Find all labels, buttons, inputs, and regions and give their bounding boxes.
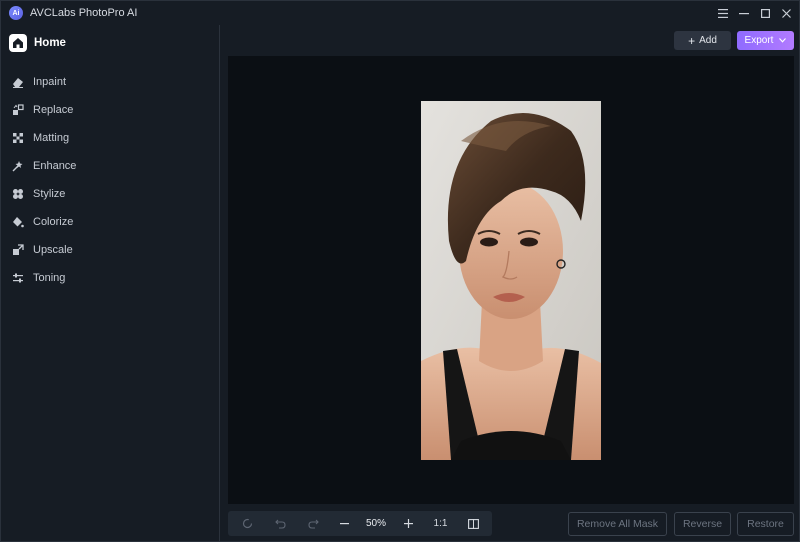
- rotate-icon[interactable]: [236, 511, 258, 536]
- app-logo-text: Ai: [12, 9, 20, 17]
- redo-icon[interactable]: [302, 511, 324, 536]
- portrait-image: [421, 101, 601, 460]
- sidebar-item-label: Enhance: [33, 160, 77, 172]
- export-button-label: Export: [744, 35, 774, 46]
- actual-size-button[interactable]: 1:1: [428, 511, 453, 536]
- sidebar-item-label: Replace: [33, 104, 74, 116]
- eraser-icon: [11, 75, 25, 89]
- replace-icon: [11, 103, 25, 117]
- sidebar-item-label: Matting: [33, 132, 70, 144]
- colorize-icon: [11, 215, 25, 229]
- sidebar-item-label: Home: [34, 37, 66, 49]
- add-button[interactable]: + Add: [674, 31, 731, 50]
- hamburger-icon[interactable]: [713, 4, 733, 22]
- zoom-out-icon[interactable]: [333, 511, 355, 536]
- sidebar-item-label: Toning: [33, 272, 66, 284]
- sidebar-divider: [219, 25, 220, 541]
- minimize-icon[interactable]: [734, 4, 754, 22]
- title-bar: Ai AVCLabs PhotoPro AI: [1, 1, 799, 25]
- plus-icon: +: [688, 33, 696, 48]
- close-icon[interactable]: [776, 4, 796, 22]
- compare-icon[interactable]: [462, 511, 484, 536]
- sidebar-item-label: Upscale: [33, 244, 73, 256]
- sidebar-item-label: Inpaint: [33, 76, 67, 88]
- app-window: Ai AVCLabs PhotoPro AI Home Inpaint Repl…: [0, 0, 800, 542]
- view-toolbar: 50% 1:1: [228, 511, 492, 536]
- app-logo: Ai: [9, 6, 23, 20]
- upscale-icon: [11, 243, 25, 257]
- reverse-button[interactable]: Reverse: [674, 512, 731, 536]
- undo-icon[interactable]: [269, 511, 291, 536]
- chevron-down-icon: [779, 35, 787, 46]
- enhance-icon: [11, 159, 25, 173]
- sidebar-item-label: Colorize: [33, 216, 74, 228]
- sidebar-item-upscale[interactable]: Upscale: [11, 241, 211, 259]
- zoom-in-icon[interactable]: [397, 511, 419, 536]
- sidebar: Home Inpaint Replace Matting Enhance Sty…: [1, 25, 219, 541]
- remove-all-mask-button[interactable]: Remove All Mask: [568, 512, 667, 536]
- restore-button[interactable]: Restore: [737, 512, 794, 536]
- sidebar-item-inpaint[interactable]: Inpaint: [11, 73, 211, 91]
- sidebar-item-matting[interactable]: Matting: [11, 129, 211, 147]
- app-title: AVCLabs PhotoPro AI: [30, 7, 138, 19]
- matting-icon: [11, 131, 25, 145]
- sidebar-item-enhance[interactable]: Enhance: [11, 157, 211, 175]
- sidebar-item-colorize[interactable]: Colorize: [11, 213, 211, 231]
- add-button-label: Add: [699, 35, 717, 46]
- zoom-level: 50%: [365, 518, 386, 529]
- image-canvas[interactable]: [228, 56, 794, 504]
- sidebar-item-label: Stylize: [33, 188, 66, 200]
- export-button[interactable]: Export: [737, 31, 794, 50]
- sidebar-item-toning[interactable]: Toning: [11, 269, 211, 287]
- stylize-icon: [11, 187, 25, 201]
- sidebar-item-replace[interactable]: Replace: [11, 101, 211, 119]
- sidebar-item-home[interactable]: Home: [9, 33, 66, 53]
- home-icon: [9, 34, 27, 52]
- maximize-icon[interactable]: [755, 4, 775, 22]
- toning-icon: [11, 271, 25, 285]
- sidebar-item-stylize[interactable]: Stylize: [11, 185, 211, 203]
